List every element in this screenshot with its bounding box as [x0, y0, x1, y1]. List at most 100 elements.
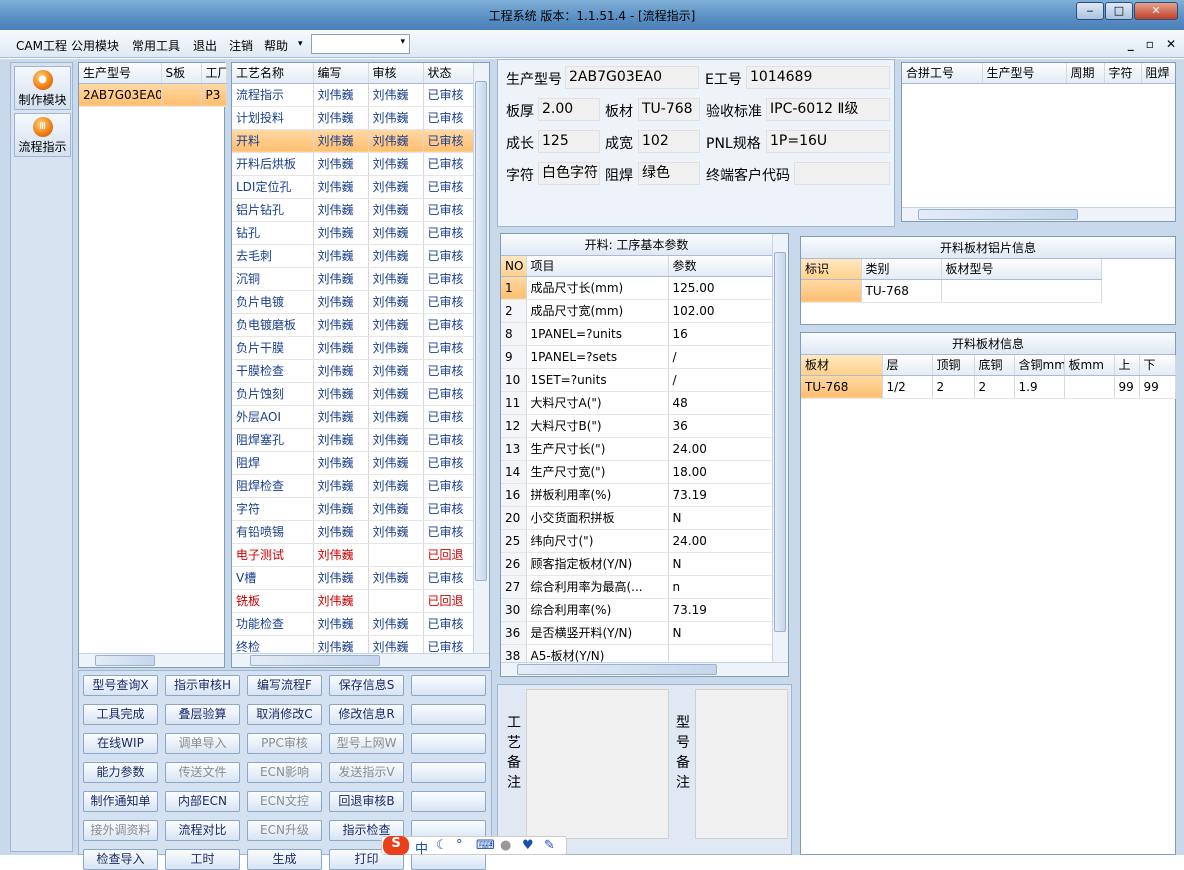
table-row[interactable]: 14 生产尺寸宽(") 18.00 [501, 460, 773, 484]
action-button[interactable]: 生成 [247, 849, 322, 870]
table-row[interactable]: 36 是否横竖开料(Y/N) N [501, 621, 773, 645]
action-button[interactable]: PPC审核 [247, 733, 322, 754]
nav-production-module[interactable]: ● 制作模块 [14, 66, 71, 110]
col-header-model[interactable]: 生产型号 [982, 63, 1067, 84]
col-header-writer[interactable]: 编写 [313, 63, 369, 84]
table-row[interactable]: 铣板 刘伟巍 已回退 [232, 589, 474, 613]
action-button[interactable]: ECN升级 [247, 820, 322, 841]
col-header-s[interactable]: S板 [161, 63, 202, 84]
field-pnl[interactable]: 1P=16U [766, 130, 890, 153]
nav-flow-instruction[interactable]: Ⅲ 流程指示 [14, 113, 71, 157]
table-row[interactable]: TU-768 [801, 279, 1102, 303]
table-row[interactable]: 沉铜 刘伟巍 刘伟巍 已审核 [232, 267, 474, 291]
process-remark-field[interactable] [526, 689, 669, 839]
ime-toolbar[interactable]: S 中 ☾ ° ⌨ ● ♥ ✎ [381, 836, 567, 857]
horizontal-scrollbar[interactable] [79, 653, 224, 667]
menu-common-module[interactable]: 公用模块 [71, 37, 119, 54]
menu-help[interactable]: 帮助 [264, 37, 288, 54]
vertical-scrollbar[interactable] [772, 234, 788, 662]
table-row[interactable]: 流程指示 刘伟巍 刘伟巍 已审核 [232, 83, 474, 107]
table-row[interactable]: 钻孔 刘伟巍 刘伟巍 已审核 [232, 221, 474, 245]
action-button[interactable]: 工具完成 [83, 704, 158, 725]
field-length[interactable]: 125 [538, 130, 600, 153]
col-header-factory[interactable]: 工厂 [201, 63, 227, 84]
field-material[interactable]: TU-768 [638, 98, 700, 121]
table-row[interactable]: 负片电镀 刘伟巍 刘伟巍 已审核 [232, 290, 474, 314]
action-button[interactable] [411, 675, 486, 696]
table-row[interactable]: 有铅喷锡 刘伟巍 刘伟巍 已审核 [232, 520, 474, 544]
table-row[interactable]: 25 纬向尺寸(") 24.00 [501, 529, 773, 553]
scroll-thumb[interactable] [250, 655, 380, 666]
action-button[interactable]: 流程对比 [165, 820, 240, 841]
table-row[interactable]: 电子测试 刘伟巍 已回退 [232, 543, 474, 567]
table-row[interactable]: 1 成品尺寸长(mm) 125.00 [501, 276, 773, 300]
horizontal-scrollbar[interactable] [902, 207, 1175, 221]
action-button[interactable]: 型号查询X [83, 675, 158, 696]
col-header-status[interactable]: 状态 [423, 63, 474, 84]
skin-icon[interactable]: ♥ [522, 838, 534, 853]
action-button[interactable]: 能力参数 [83, 762, 158, 783]
action-button[interactable] [411, 762, 486, 783]
col-header-material[interactable]: 板材 [801, 355, 883, 376]
action-button[interactable] [411, 704, 486, 725]
scroll-thumb[interactable] [918, 209, 1078, 220]
action-button[interactable]: 指示审核H [165, 675, 240, 696]
mdi-close-button[interactable]: ✕ [1166, 37, 1176, 51]
menu-combo[interactable]: ▾ [311, 34, 410, 54]
col-header-character[interactable]: 字符 [1104, 63, 1142, 84]
table-row[interactable]: TU-768 1/2 2 2 1.9 99 99 [801, 375, 1176, 399]
menu-exit[interactable]: 退出 [193, 37, 217, 54]
table-row[interactable]: 12 大料尺寸B(") 36 [501, 414, 773, 438]
chevron-down-icon[interactable]: ▾ [400, 37, 405, 47]
menu-cam[interactable]: CAM工程 [16, 37, 67, 54]
action-button[interactable]: 取消修改C [247, 704, 322, 725]
action-button[interactable] [411, 791, 486, 812]
table-row[interactable]: 30 综合利用率(%) 73.19 [501, 598, 773, 622]
table-row[interactable]: 2AB7G03EA0 P3 [79, 83, 227, 107]
horizontal-scrollbar[interactable] [501, 662, 788, 676]
field-thickness[interactable]: 2.00 [538, 98, 600, 121]
field-solder-mask[interactable]: 绿色 [638, 162, 700, 185]
maximize-button[interactable]: □ [1105, 2, 1133, 20]
action-button[interactable]: 在线WIP [83, 733, 158, 754]
field-customer-code[interactable] [794, 162, 890, 185]
action-button[interactable]: ECN文控 [247, 791, 322, 812]
table-row[interactable]: 9 1PANEL=?sets / [501, 345, 773, 369]
action-button[interactable]: 发送指示V [329, 762, 404, 783]
col-header-cu-mm[interactable]: 含铜mm [1014, 355, 1065, 376]
col-header-value[interactable]: 参数 [668, 256, 773, 277]
table-row[interactable]: 负片干膜 刘伟巍 刘伟巍 已审核 [232, 336, 474, 360]
table-row[interactable]: 去毛刺 刘伟巍 刘伟巍 已审核 [232, 244, 474, 268]
table-row[interactable]: 26 顾客指定板材(Y/N) N [501, 552, 773, 576]
action-button[interactable]: 回退审核B [329, 791, 404, 812]
table-row[interactable]: 负电镀磨板 刘伟巍 刘伟巍 已审核 [232, 313, 474, 337]
ime-logo-icon[interactable]: S [383, 836, 409, 855]
action-button[interactable]: 调单导入 [165, 733, 240, 754]
close-button[interactable]: ✕ [1134, 2, 1178, 20]
col-header-process[interactable]: 工艺名称 [232, 63, 314, 84]
mdi-restore-button[interactable]: ▫ [1146, 37, 1154, 51]
col-header-bottom-cu[interactable]: 底铜 [974, 355, 1015, 376]
horizontal-scrollbar[interactable] [232, 653, 489, 667]
col-header-layer[interactable]: 层 [882, 355, 933, 376]
table-row[interactable]: 20 小交货面积拼板 N [501, 506, 773, 530]
wrench-icon[interactable]: ✎ [544, 838, 555, 853]
table-row[interactable]: 开料 刘伟巍 刘伟巍 已审核 [232, 129, 474, 153]
action-button[interactable]: 制作通知单 [83, 791, 158, 812]
table-row[interactable]: 阻焊塞孔 刘伟巍 刘伟巍 已审核 [232, 428, 474, 452]
action-button[interactable]: 接外调资料 [83, 820, 158, 841]
scroll-thumb[interactable] [95, 655, 155, 666]
col-header-solder-mask[interactable]: 阻焊 [1141, 63, 1175, 84]
scroll-thumb[interactable] [475, 81, 487, 581]
action-button[interactable]: ECN影响 [247, 762, 322, 783]
action-button[interactable]: 修改信息R [329, 704, 404, 725]
col-header-no[interactable]: NO [501, 256, 527, 277]
vertical-scrollbar[interactable] [473, 63, 489, 653]
field-standard[interactable]: IPC-6012 Ⅱ级 [766, 98, 890, 121]
table-row[interactable]: 干膜检查 刘伟巍 刘伟巍 已审核 [232, 359, 474, 383]
chevron-down-icon[interactable]: ▾ [298, 39, 303, 49]
col-header-top-cu[interactable]: 顶铜 [932, 355, 975, 376]
minimize-button[interactable]: ‒ [1076, 2, 1104, 20]
field-character[interactable]: 白色字符 [538, 162, 600, 185]
menu-logout[interactable]: 注销 [229, 37, 253, 54]
